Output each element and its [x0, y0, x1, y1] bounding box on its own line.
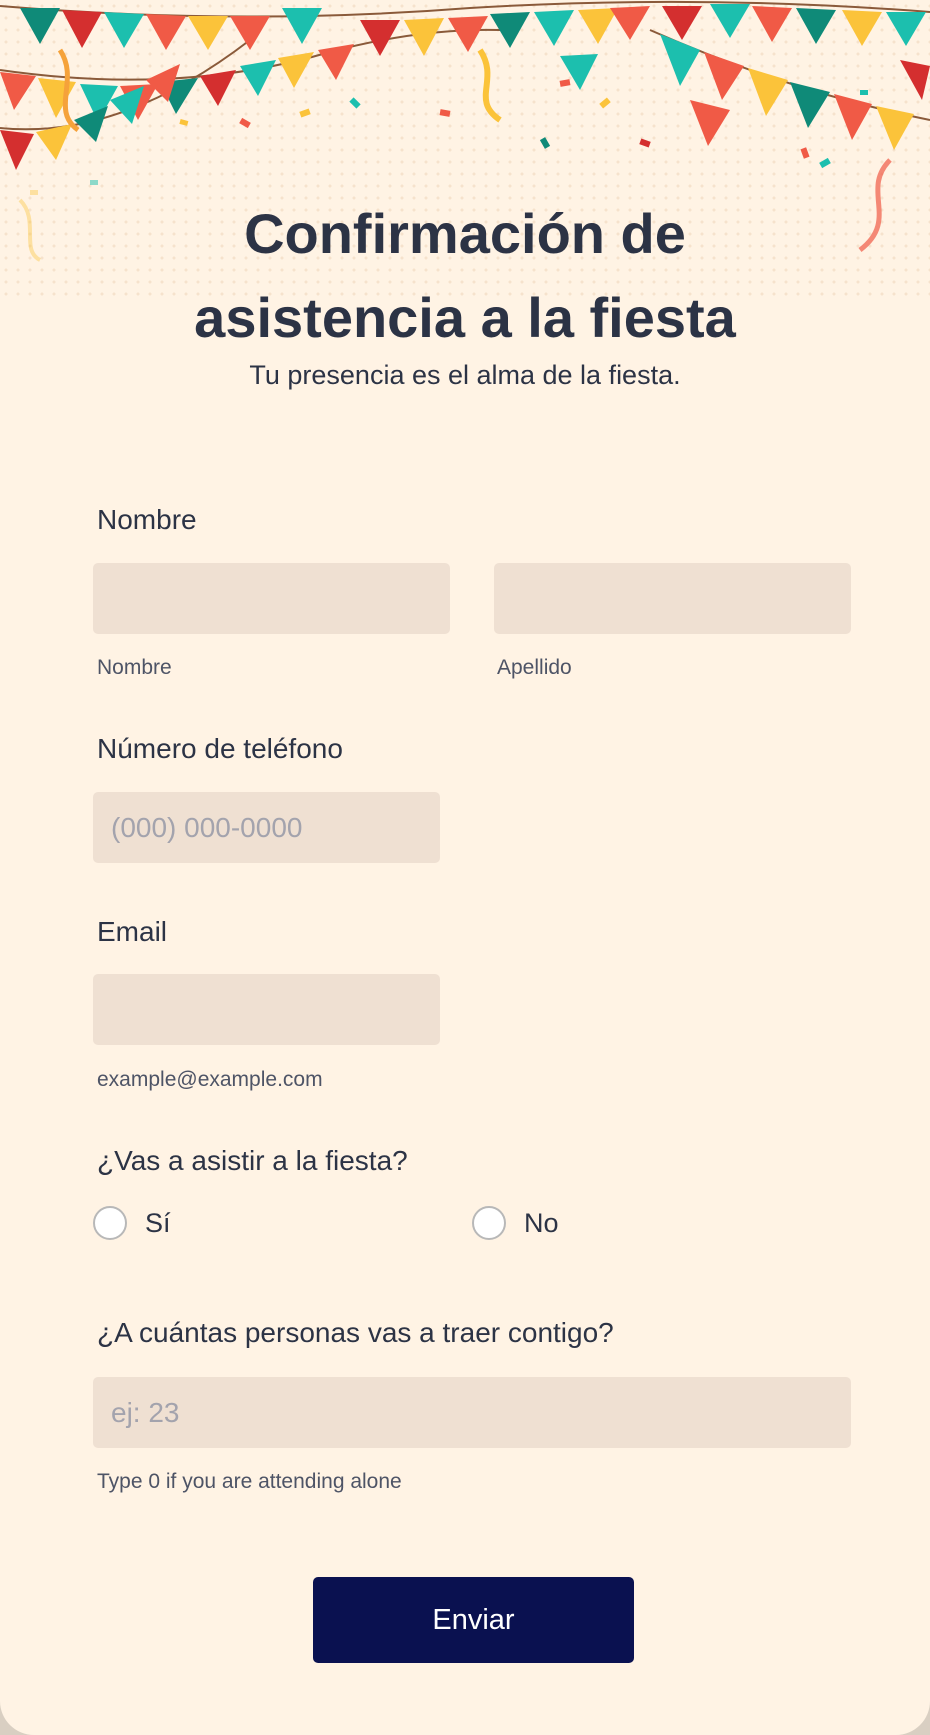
title-line-2: asistencia a la fiesta [194, 286, 736, 349]
attend-label: ¿Vas a asistir a la fiesta? [97, 1145, 408, 1176]
guests-input[interactable] [93, 1377, 851, 1448]
phone-input[interactable] [93, 792, 440, 863]
guests-label: ¿A cuántas personas vas a traer contigo? [97, 1317, 614, 1348]
submit-button[interactable]: Enviar [313, 1577, 634, 1663]
radio-option-no[interactable]: No [472, 1206, 559, 1240]
page-subtitle: Tu presencia es el alma de la fiesta. [249, 360, 681, 390]
email-label: Email [97, 916, 168, 947]
radio-circle-no[interactable] [472, 1206, 506, 1240]
first-name-sublabel: Nombre [97, 656, 172, 679]
radio-label-si: Sí [145, 1207, 171, 1238]
last-name-input[interactable] [494, 563, 851, 634]
email-input[interactable] [93, 974, 440, 1045]
radio-option-si[interactable]: Sí [93, 1206, 171, 1240]
name-label: Nombre [97, 504, 197, 535]
radio-circle-si[interactable] [93, 1206, 127, 1240]
email-sublabel: example@example.com [97, 1068, 323, 1091]
radio-label-no: No [524, 1207, 559, 1238]
last-name-sublabel: Apellido [497, 656, 572, 679]
page-title: Confirmación de asistencia a la fiesta [0, 192, 930, 360]
guests-sublabel: Type 0 if you are attending alone [97, 1470, 402, 1493]
first-name-input[interactable] [93, 563, 450, 634]
form-card: Confirmación de asistencia a la fiesta T… [0, 0, 930, 1735]
title-line-1: Confirmación de [244, 202, 686, 265]
phone-label: Número de teléfono [97, 733, 343, 764]
